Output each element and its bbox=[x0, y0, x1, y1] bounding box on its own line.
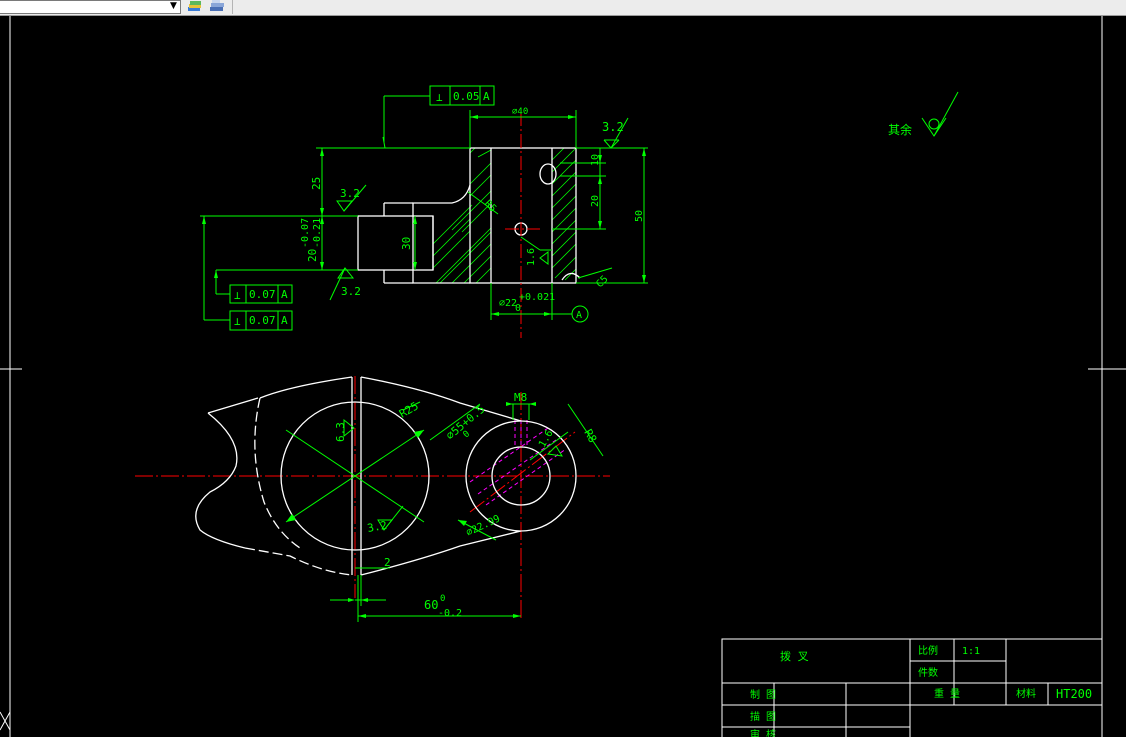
dim-60-tol-upper: 0 bbox=[440, 594, 445, 604]
dim-bore-tol: +0.021 bbox=[519, 292, 555, 303]
dim-60: 60 bbox=[424, 598, 438, 612]
front-view-centerlines bbox=[135, 376, 610, 620]
dim-d22: ⌀22.99 bbox=[465, 513, 502, 538]
front-view-arrows bbox=[286, 402, 536, 618]
dim-r8: R8 bbox=[581, 427, 599, 445]
chevron-down-icon[interactable]: ▼ bbox=[170, 0, 177, 12]
top-view: ⊥ 0.05 A ⌀40 ⊥ 0.07 A ⊥ 0.07 A 3.2 3.2 3… bbox=[200, 85, 648, 338]
rough-left-top: 3.2 bbox=[340, 187, 360, 200]
gdt-left1-value: 0.07 bbox=[249, 288, 276, 301]
gdt-left1-datum: A bbox=[281, 288, 288, 301]
drawing-frame bbox=[0, 16, 1126, 737]
layer-combo[interactable]: ▼ bbox=[0, 0, 181, 14]
dim-50: 50 bbox=[634, 210, 645, 222]
dim-bore-zero: 0 bbox=[515, 303, 521, 314]
dim-20: 20 bbox=[590, 195, 601, 207]
dim-2: 2 bbox=[384, 556, 391, 569]
row-designed: 制 图 bbox=[750, 688, 776, 701]
drawing-canvas[interactable]: ⊥ 0.05 A ⌀40 ⊥ 0.07 A ⊥ 0.07 A 3.2 3.2 3… bbox=[0, 16, 1126, 737]
toolbar-divider bbox=[232, 0, 233, 14]
scale-value: 1:1 bbox=[962, 646, 980, 657]
dim-63: 6.3 bbox=[334, 422, 347, 442]
surface-note-text: 其余 bbox=[888, 122, 912, 137]
dim-m8: M8 bbox=[514, 391, 527, 404]
gdt-left2-datum: A bbox=[281, 314, 288, 327]
datum-label: A bbox=[576, 310, 582, 321]
rough-right: 3.2 bbox=[602, 120, 624, 134]
top-view-texts: ⊥ 0.05 A ⌀40 ⊥ 0.07 A ⊥ 0.07 A 3.2 3.2 3… bbox=[234, 90, 645, 328]
dim-60-tol-lower: -0.2 bbox=[438, 608, 462, 619]
layer-states-icon[interactable] bbox=[208, 0, 226, 13]
front-view-texts: R25 ⌀55+0.5 0 6.3 3.2 M8 1.6 R8 ⌀22.99 2… bbox=[334, 391, 599, 619]
gdt-left1-symbol: ⊥ bbox=[234, 289, 241, 302]
dim-left: 20 bbox=[306, 249, 319, 262]
gdt-left2-symbol: ⊥ bbox=[234, 315, 241, 328]
weight-label: 重 量 bbox=[934, 687, 960, 700]
material-label: 材料 bbox=[1016, 687, 1036, 700]
dim-left-tol-upper: -0.07 bbox=[300, 218, 311, 248]
rough-left-bottom: 3.2 bbox=[341, 285, 361, 298]
material-value: HT200 bbox=[1056, 687, 1092, 701]
gdt-left2-value: 0.07 bbox=[249, 314, 276, 327]
dim-c5: C5 bbox=[594, 274, 610, 290]
front-view: R25 ⌀55+0.5 0 6.3 3.2 M8 1.6 R8 ⌀22.99 2… bbox=[135, 376, 610, 622]
dim-10: 10 bbox=[590, 154, 601, 166]
qty-label: 件数 bbox=[918, 666, 938, 679]
rough-inner: 1.6 bbox=[526, 248, 537, 266]
dim-32: 3.2 bbox=[366, 519, 388, 535]
gdt-top-datum: A bbox=[483, 90, 490, 103]
title-block: 拨 叉 比例 1:1 件数 制 图 描 图 审 核 重 量 材料 HT200 bbox=[721, 638, 1103, 737]
dim-30: 30 bbox=[400, 237, 413, 250]
surface-finish-note: 其余 bbox=[888, 91, 959, 137]
dim-width-label: ⌀40 bbox=[512, 107, 528, 117]
toolbar: ▼ bbox=[0, 0, 1126, 16]
row-checked: 审 核 bbox=[750, 728, 776, 737]
dim-height-25: 25 bbox=[310, 177, 323, 190]
dim-left-tol-lower: -0.21 bbox=[312, 218, 323, 248]
gdt-top-symbol: ⊥ bbox=[436, 91, 443, 104]
layer-properties-icon[interactable] bbox=[187, 0, 203, 13]
title-name: 拨 叉 bbox=[780, 649, 809, 663]
dim-r25: R25 bbox=[397, 399, 421, 420]
dim-d55-zero: 0 bbox=[462, 429, 473, 440]
row-drawn: 描 图 bbox=[750, 710, 776, 723]
gdt-top-value: 0.05 bbox=[453, 90, 480, 103]
scale-label: 比例 bbox=[918, 644, 938, 657]
